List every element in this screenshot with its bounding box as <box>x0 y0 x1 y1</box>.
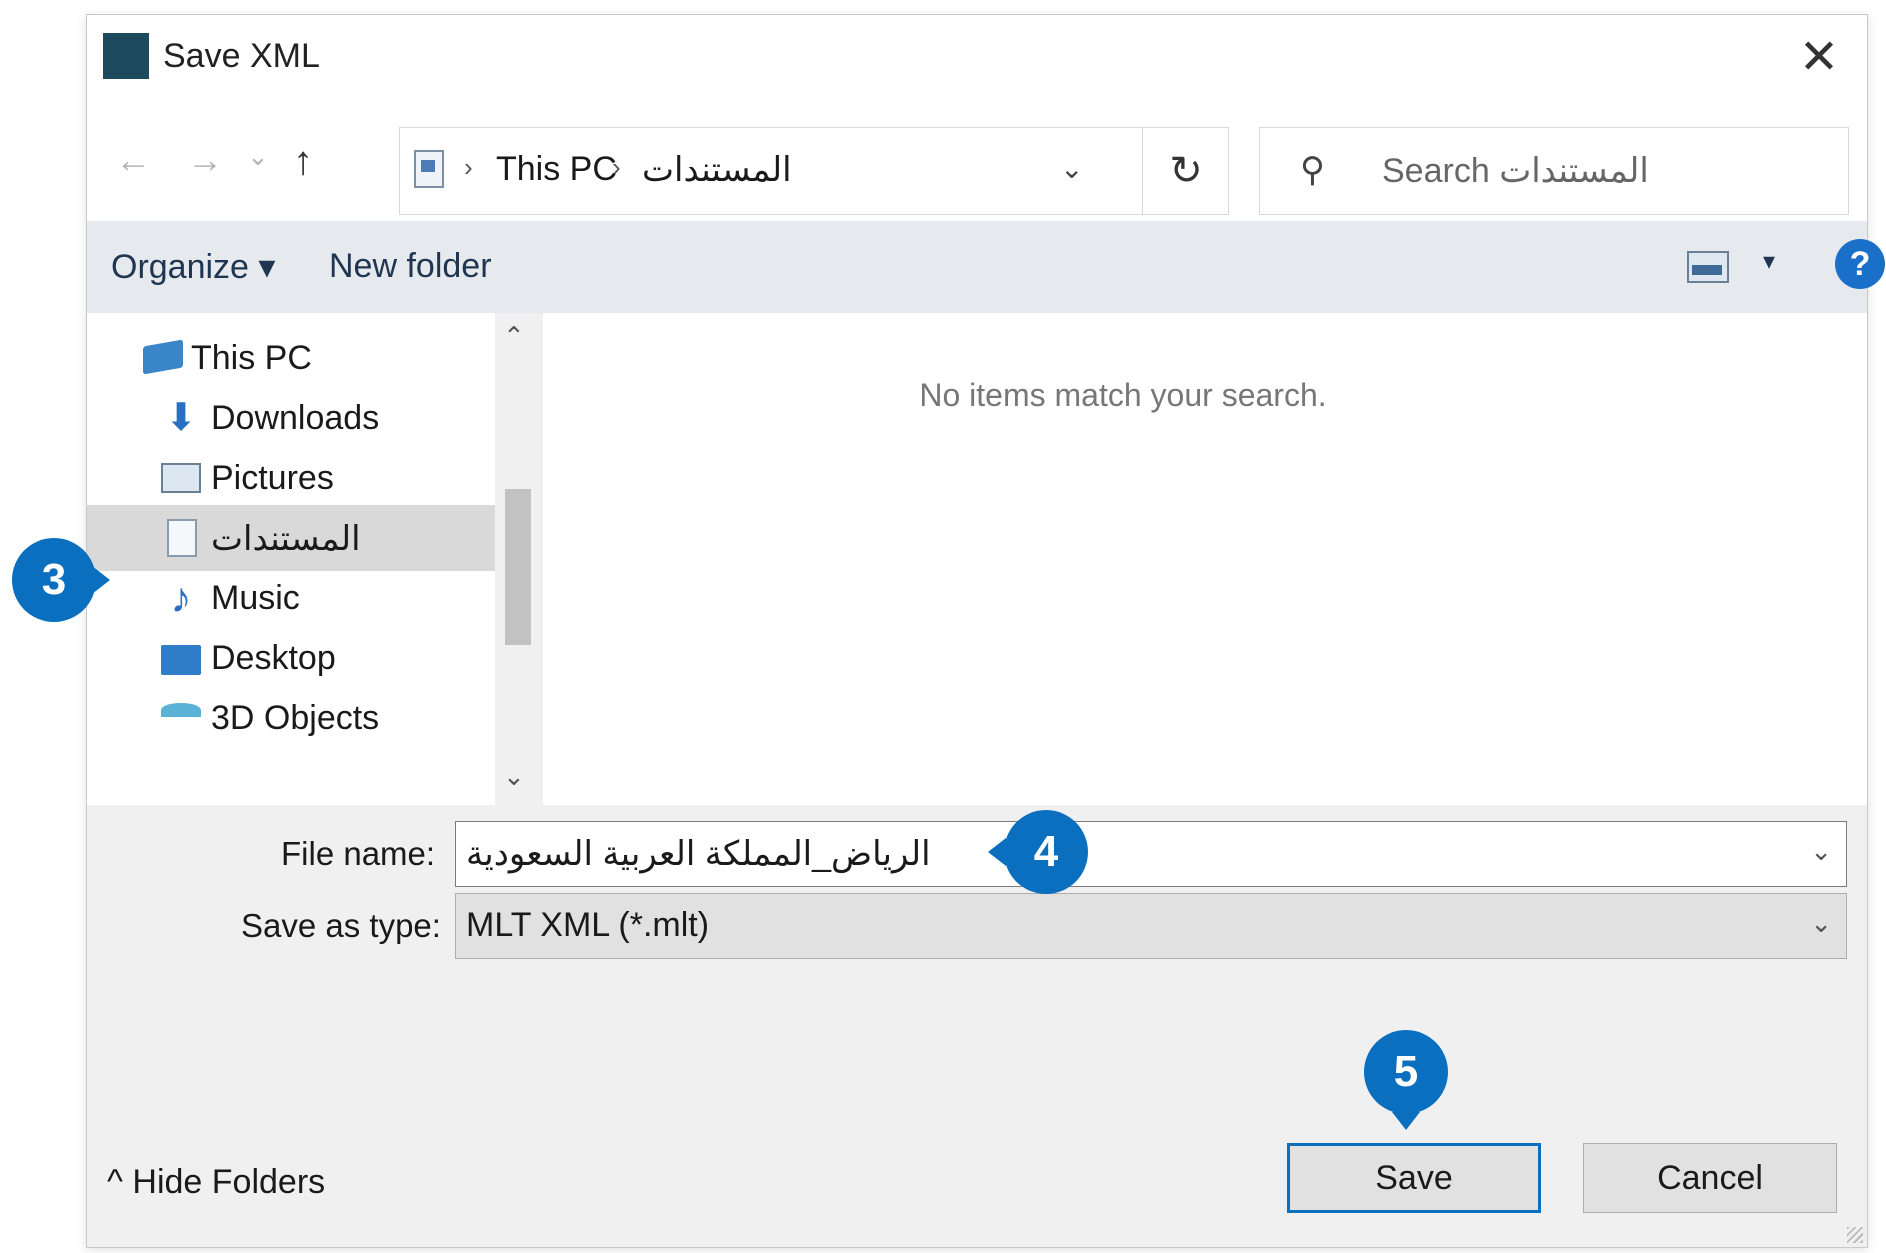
download-arrow-icon: ⬇ <box>165 397 197 439</box>
breadcrumb-separator: › <box>464 152 473 182</box>
search-icon: ⚲ <box>1300 151 1325 189</box>
chevron-down-icon[interactable]: ⌄ <box>1810 908 1832 939</box>
hide-folders-button[interactable]: ^ Hide Folders <box>107 1163 325 1202</box>
save-button[interactable]: Save <box>1287 1143 1541 1213</box>
sidebar-item-label: This PC <box>191 339 312 377</box>
forward-arrow-icon[interactable]: → <box>187 139 223 181</box>
sidebar-item-label: 3D Objects <box>211 699 380 737</box>
navigation-scrollbar[interactable]: ⌃ ⌄ <box>495 313 541 805</box>
save-type-label: Save as type: <box>241 907 441 944</box>
sidebar-item-documents[interactable]: المستندات <box>87 505 495 571</box>
view-dropdown-icon[interactable]: ▾ <box>1763 247 1775 276</box>
desktop-icon <box>161 645 201 675</box>
file-name-combobox[interactable]: ⌄ <box>455 821 1847 887</box>
sidebar-item-label: Downloads <box>211 399 380 437</box>
scrollbar-thumb[interactable] <box>505 489 531 645</box>
command-toolbar: Organize ▾ New folder ▾ ? <box>87 221 1885 314</box>
save-type-value: MLT XML (*.mlt) <box>466 906 710 944</box>
recent-locations-icon[interactable]: ⌄ <box>247 141 269 172</box>
file-list-area[interactable]: No items match your search. <box>543 313 1867 805</box>
app-icon <box>103 33 149 79</box>
file-name-input[interactable] <box>466 828 1786 880</box>
sidebar-item-label: المستندات <box>211 520 361 558</box>
resize-grip[interactable] <box>1847 1227 1863 1243</box>
3d-objects-icon <box>161 703 201 717</box>
up-arrow-icon[interactable]: ↑ <box>293 139 313 184</box>
save-type-select[interactable]: MLT XML (*.mlt) ⌄ <box>455 893 1847 959</box>
cancel-button[interactable]: Cancel <box>1583 1143 1837 1213</box>
sidebar-item-label: Pictures <box>211 459 334 497</box>
breadcrumb-this-pc[interactable]: This PC <box>496 150 617 189</box>
sidebar-item-music[interactable]: ♪ Music <box>87 565 495 631</box>
sidebar-item-pictures[interactable]: Pictures <box>87 445 495 511</box>
organize-button[interactable]: Organize ▾ <box>111 247 275 287</box>
save-xml-dialog: Save XML ✕ ← → ⌄ ↑ › This PC › المستندات… <box>86 14 1885 1248</box>
step-5-callout: 5 <box>1364 1030 1448 1130</box>
document-icon <box>167 519 197 557</box>
scroll-down-icon[interactable]: ⌄ <box>503 761 525 792</box>
computer-icon <box>143 339 183 375</box>
chevron-down-icon[interactable]: ⌄ <box>1060 152 1083 185</box>
sidebar-item-label: Music <box>211 579 300 617</box>
window-title: Save XML <box>163 37 320 75</box>
close-button[interactable]: ✕ <box>1771 21 1867 93</box>
step-4-callout: 4 <box>988 810 1088 894</box>
step-3-callout: 3 <box>12 538 110 622</box>
breadcrumb-documents[interactable]: المستندات <box>642 150 792 190</box>
scroll-up-icon[interactable]: ⌃ <box>503 321 525 352</box>
title-bar: Save XML ✕ <box>87 15 1867 99</box>
navigation-pane: This PC ⬇ Downloads Pictures المستندات ♪… <box>87 313 495 805</box>
sidebar-item-3d-objects[interactable]: 3D Objects <box>87 685 495 751</box>
view-options-icon[interactable] <box>1687 251 1729 283</box>
document-icon <box>414 150 444 188</box>
empty-search-message: No items match your search. <box>919 377 1327 413</box>
pictures-icon <box>161 463 201 493</box>
refresh-button[interactable]: ↻ <box>1142 128 1229 214</box>
music-note-icon: ♪ <box>170 574 192 621</box>
chevron-down-icon[interactable]: ⌄ <box>1810 836 1832 867</box>
new-folder-button[interactable]: New folder <box>329 247 492 286</box>
back-arrow-icon[interactable]: ← <box>115 139 151 181</box>
file-name-label: File name: <box>281 835 436 872</box>
breadcrumb-separator: › <box>612 152 621 182</box>
search-input[interactable] <box>1380 144 1824 198</box>
address-bar[interactable]: › This PC › المستندات ⌄ ↻ <box>399 127 1229 215</box>
sidebar-item-label: Desktop <box>211 639 336 677</box>
sidebar-item-downloads[interactable]: ⬇ Downloads <box>87 385 495 451</box>
sidebar-item-desktop[interactable]: Desktop <box>87 625 495 691</box>
help-icon[interactable]: ? <box>1835 239 1885 289</box>
sidebar-item-this-pc[interactable]: This PC <box>87 325 495 391</box>
address-row: ← → ⌄ ↑ › This PC › المستندات ⌄ ↻ ⚲ <box>87 99 1867 221</box>
search-box[interactable]: ⚲ <box>1259 127 1849 215</box>
